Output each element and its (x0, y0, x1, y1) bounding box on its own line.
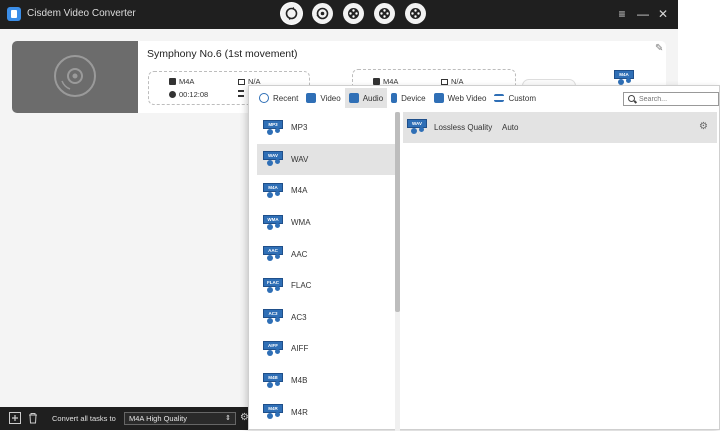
format-label: WAV (291, 154, 309, 164)
format-item-aac[interactable]: AAC AAC (257, 238, 395, 270)
resolution-icon (441, 78, 448, 85)
format-popup: Recent Video Audio Device Web Video Cust… (248, 85, 720, 431)
quality-value: Auto (502, 123, 519, 132)
convert-all-value: M4A High Quality (129, 414, 187, 423)
clock-icon (259, 93, 269, 103)
rip-icon[interactable] (312, 3, 333, 24)
audio-format-icon: MP3 (263, 119, 283, 136)
format-item-wav[interactable]: WAV WAV (257, 143, 395, 176)
web-video-icon (433, 93, 444, 103)
format-label: MP3 (291, 123, 308, 133)
format-label: M4B (291, 376, 308, 386)
format-item-ac3[interactable]: AC3 AC3 (257, 302, 395, 334)
format-label: M4A (291, 186, 308, 196)
custom-icon (494, 94, 505, 102)
convert-all-label: Convert all tasks to (52, 414, 116, 423)
format-label: WMA (291, 218, 311, 228)
scrollbar-thumb[interactable] (395, 112, 400, 312)
format-label: FLAC (291, 281, 312, 291)
audio-format-icon: M4R (263, 404, 283, 420)
film-reel-icon[interactable] (374, 3, 395, 24)
format-item-aiff[interactable]: AIFF AIFF (257, 333, 395, 365)
format-label: M4R (291, 407, 308, 417)
trash-icon[interactable] (27, 412, 39, 424)
tab-video[interactable]: Video (302, 88, 344, 108)
task-title: Symphony No.6 (1st movement) (147, 48, 298, 60)
format-icon (169, 78, 176, 85)
title-bar: Cisdem Video Converter ≡ — ✕ (0, 0, 678, 29)
format-label: AAC (291, 249, 308, 259)
add-file-icon[interactable] (9, 412, 21, 424)
format-item-m4r[interactable]: M4R M4R (257, 396, 395, 428)
app-logo-icon (7, 7, 21, 21)
format-icon (373, 78, 380, 85)
edit-icon[interactable]: ✎ (655, 43, 663, 54)
format-label: AC3 (291, 312, 307, 322)
minimize-icon[interactable]: — (636, 7, 650, 21)
format-label: AIFF (291, 344, 309, 354)
film-reel-icon[interactable] (343, 3, 364, 24)
disc-icon (54, 55, 96, 97)
search-input[interactable] (639, 94, 717, 104)
audio-format-icon: WMA (263, 214, 283, 231)
tab-web-video[interactable]: Web Video (430, 88, 491, 108)
format-item-m4b[interactable]: M4B M4B (257, 365, 395, 397)
thumbnail (12, 41, 138, 113)
app-title: Cisdem Video Converter (27, 8, 136, 19)
chevron-updown-icon: ⇕ (225, 415, 231, 422)
convert-icon[interactable] (281, 3, 302, 24)
audio-format-icon: M4A (263, 182, 283, 199)
tab-recent[interactable]: Recent (255, 88, 302, 108)
tab-device[interactable]: Device (387, 88, 429, 108)
format-list: MP3 MP3 WAV WAV M4A M4A WMA WMA AAC AAC … (257, 112, 395, 431)
output-format-badge[interactable]: M4A (614, 70, 634, 86)
format-item-wma[interactable]: WMA WMA (257, 207, 395, 239)
resolution-icon (238, 78, 245, 85)
quality-preset-row[interactable]: WAV Lossless Quality Auto ⚙ (403, 112, 717, 143)
audio-format-icon: M4B (263, 372, 283, 389)
gear-icon[interactable]: ⚙ (699, 121, 708, 132)
audio-format-icon: WAV (407, 119, 427, 135)
source-format: M4A (179, 77, 195, 86)
search-icon (628, 95, 635, 102)
menu-icon[interactable]: ≡ (615, 7, 629, 21)
convert-all-select[interactable]: M4A High Quality ⇕ (124, 412, 236, 425)
tab-audio[interactable]: Audio (344, 88, 388, 108)
format-item-flac[interactable]: FLAC FLAC (257, 270, 395, 302)
quality-label: Lossless Quality (434, 123, 493, 132)
audio-format-icon: AC3 (263, 309, 283, 325)
audio-format-icon: FLAC (263, 277, 283, 294)
clock-icon (169, 91, 176, 98)
close-icon[interactable]: ✕ (656, 7, 670, 21)
mode-switcher (281, 3, 426, 24)
size-icon (238, 90, 244, 97)
device-icon (391, 93, 398, 103)
audio-format-icon: AIFF (263, 340, 283, 357)
tab-custom[interactable]: Custom (490, 88, 540, 108)
source-duration: 00:12:08 (179, 90, 209, 99)
audio-format-icon: WAV (263, 151, 283, 167)
format-item-m4a[interactable]: M4A M4A (257, 175, 395, 207)
format-item-mp3[interactable]: MP3 MP3 (257, 112, 395, 144)
film-reel-icon[interactable] (405, 3, 426, 24)
search-box[interactable] (623, 92, 719, 106)
audio-icon (348, 93, 359, 103)
audio-format-icon: AAC (263, 246, 283, 262)
format-tag: M4A (614, 70, 634, 79)
video-icon (306, 93, 317, 103)
